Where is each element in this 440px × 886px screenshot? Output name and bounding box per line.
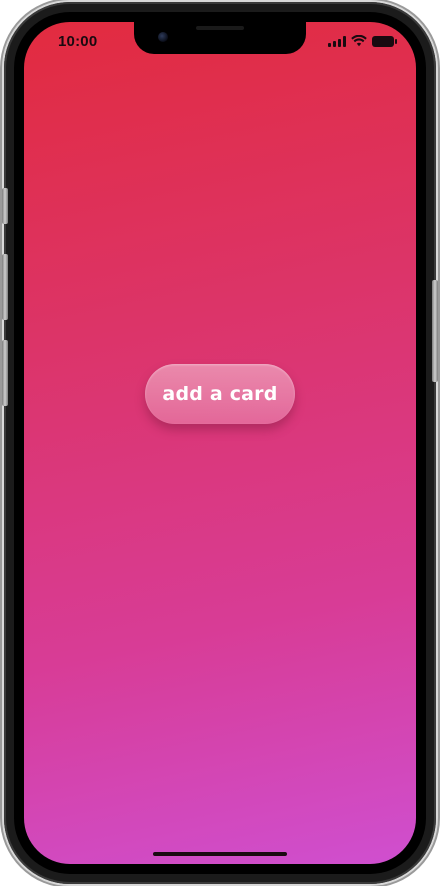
mute-switch	[2, 188, 8, 224]
screen: 10:00 add a card	[24, 22, 416, 864]
status-icons	[328, 35, 397, 47]
signal-icon	[328, 35, 346, 47]
add-card-button[interactable]: add a card	[145, 364, 295, 424]
home-indicator[interactable]	[153, 852, 287, 856]
status-time: 10:00	[58, 33, 98, 50]
phone-frame: 10:00 add a card	[2, 2, 438, 884]
power-button	[432, 280, 438, 382]
front-camera-icon	[158, 32, 168, 42]
notch	[134, 22, 306, 54]
speaker-grille	[196, 26, 244, 30]
volume-down-button	[2, 340, 8, 406]
battery-icon	[372, 35, 397, 47]
volume-up-button	[2, 254, 8, 320]
wifi-icon	[351, 35, 367, 47]
bezel: 10:00 add a card	[14, 12, 426, 874]
